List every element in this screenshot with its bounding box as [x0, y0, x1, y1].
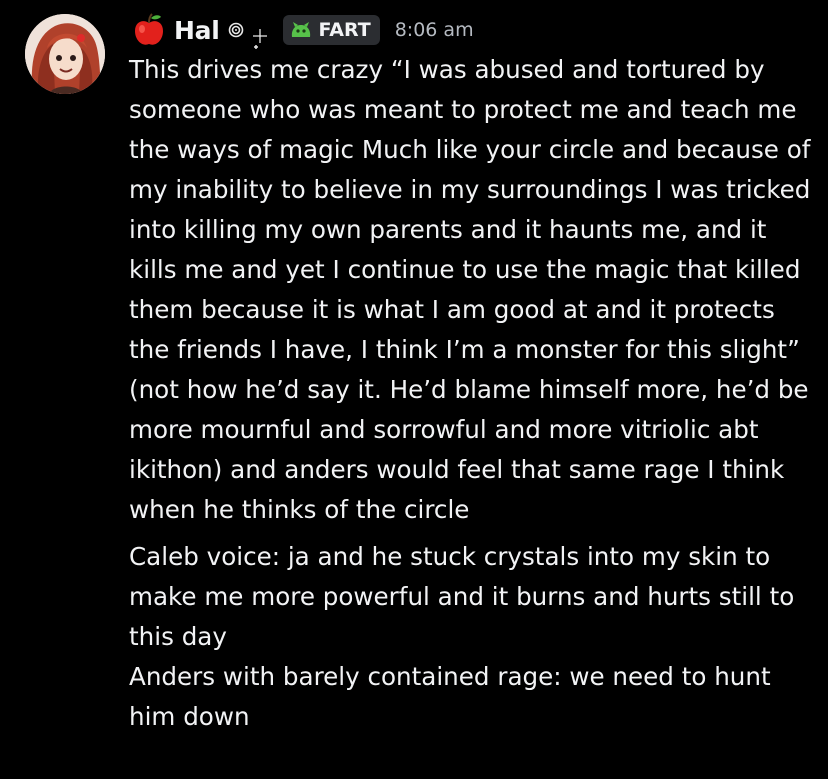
- spiral-icon: [227, 21, 245, 39]
- message-paragraph: This drives me crazy “I was abused and t…: [129, 55, 811, 524]
- user-avatar[interactable]: [25, 14, 105, 94]
- timestamp[interactable]: 8:06 am: [395, 19, 474, 41]
- tag-label: FART: [318, 19, 371, 41]
- message-header: Hal FART 8:06 am: [130, 10, 474, 50]
- green-creature-icon: [289, 20, 313, 40]
- apple-icon: [130, 11, 168, 49]
- sparkle-icon: [251, 21, 269, 49]
- message-paragraph: Anders with barely contained rage: we ne…: [129, 662, 771, 731]
- username[interactable]: Hal: [174, 16, 220, 45]
- message-paragraph: Caleb voice: ja and he stuck crystals in…: [129, 542, 795, 651]
- message-content: This drives me crazy “I was abused and t…: [129, 50, 819, 737]
- chat-message: Hal FART 8:06 am This drives me crazy “I…: [0, 0, 828, 779]
- role-tag[interactable]: FART: [283, 15, 380, 45]
